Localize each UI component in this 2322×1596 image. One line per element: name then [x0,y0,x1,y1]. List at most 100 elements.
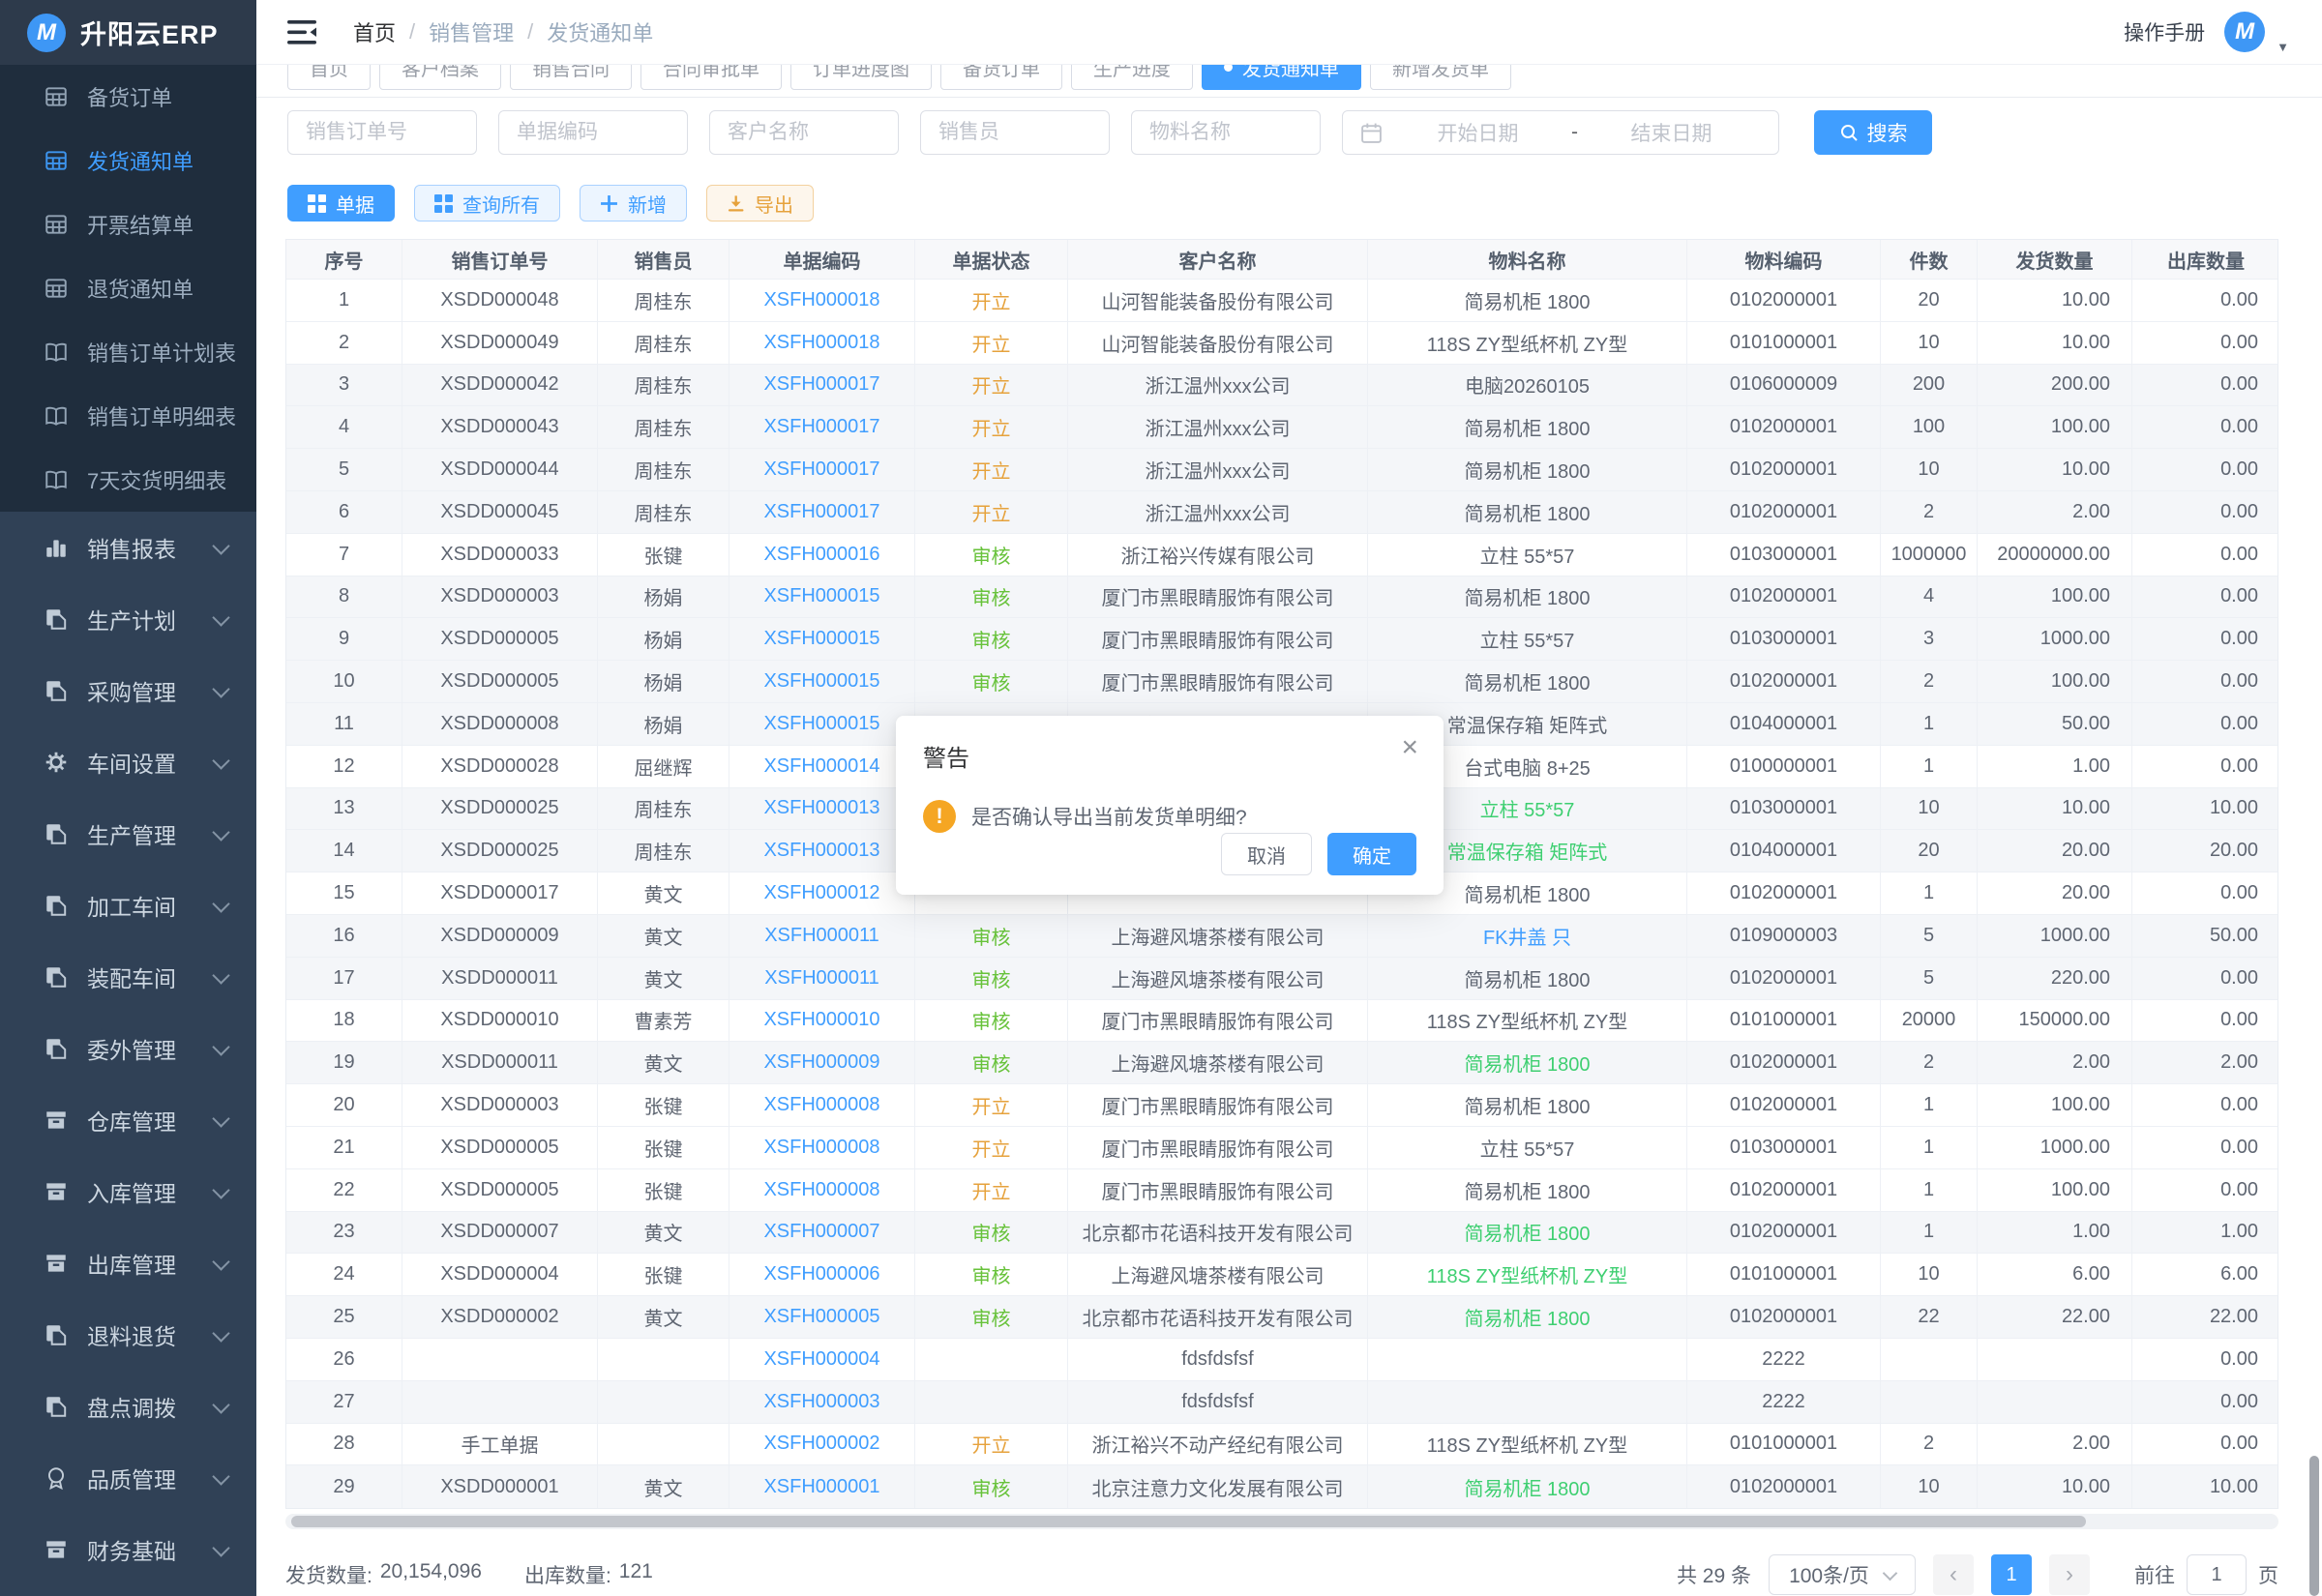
sidebar-item-发货通知单[interactable]: 发货通知单 [0,129,256,192]
page-size-select[interactable]: 100条/页 [1769,1554,1916,1595]
tab-备货订单[interactable]: 备货订单 [940,65,1062,90]
filter-input-物料名称[interactable] [1131,110,1321,155]
manual-link[interactable]: 操作手册 [2124,17,2205,46]
cell-doc-code[interactable]: XSFH000005 [729,1296,915,1338]
cancel-button[interactable]: 取消 [1221,833,1312,875]
goto-page-input[interactable] [2187,1554,2247,1595]
cell-doc-code[interactable]: XSFH000008 [729,1084,915,1126]
table-row[interactable]: 2XSDD000049周桂东XSFH000018开立山河智能装备股份有限公司11… [286,322,2277,365]
table-row[interactable]: 27XSFH000003fdsfdsfsf22220.00 [286,1381,2277,1424]
sidebar-item-装配车间[interactable]: 装配车间 [0,941,256,1013]
table-row[interactable]: 19XSDD000011黄文XSFH000009审核上海避风塘茶楼有限公司简易机… [286,1042,2277,1084]
cell-doc-code[interactable]: XSFH000015 [729,703,915,745]
cell-doc-code[interactable]: XSFH000014 [729,746,915,787]
table-row[interactable]: 28手工单据XSFH000002开立浙江裕兴不动产经纪有限公司118S ZY型纸… [286,1424,2277,1466]
document-button[interactable]: 单据 [287,185,395,222]
confirm-button[interactable]: 确定 [1327,833,1416,875]
sidebar-item-采购管理[interactable]: 采购管理 [0,655,256,726]
cell-doc-code[interactable]: XSFH000002 [729,1424,915,1465]
cell-doc-code[interactable]: XSFH000012 [729,872,915,914]
cell-doc-code[interactable]: XSFH000017 [729,491,915,533]
cell-doc-code[interactable]: XSFH000015 [729,661,915,702]
sidebar-item-委外管理[interactable]: 委外管理 [0,1013,256,1084]
sidebar-item-入库管理[interactable]: 入库管理 [0,1156,256,1227]
sidebar-item-销售订单明细表[interactable]: 销售订单明细表 [0,384,256,448]
tab-销售合同[interactable]: 销售合同 [510,65,632,90]
cell-doc-code[interactable]: XSFH000006 [729,1254,915,1295]
table-row[interactable]: 20XSDD000003张键XSFH000008开立厦门市黑眼睛服饰有限公司简易… [286,1084,2277,1127]
current-page-button[interactable]: 1 [1991,1554,2032,1595]
table-row[interactable]: 29XSDD000001黄文XSFH000001审核北京注意力文化发展有限公司简… [286,1465,2277,1508]
tab-新增发货单[interactable]: 新增发货单 [1370,65,1511,90]
cell-doc-code[interactable]: XSFH000011 [729,958,915,999]
cell-doc-code[interactable]: XSFH000017 [729,365,915,406]
table-row[interactable]: 7XSDD000033张键XSFH000016审核浙江裕兴传媒有限公司立柱 55… [286,534,2277,576]
sidebar-item-销售订单计划表[interactable]: 销售订单计划表 [0,320,256,384]
cell-doc-code[interactable]: XSFH000008 [729,1169,915,1211]
sidebar-item-销售报表[interactable]: 销售报表 [0,512,256,583]
cell-doc-code[interactable]: XSFH000009 [729,1042,915,1083]
table-row[interactable]: 10XSDD000005杨娟XSFH000015审核厦门市黑眼睛服饰有限公司简易… [286,661,2277,703]
tab-客户档案[interactable]: 客户档案 [379,65,501,90]
cell-doc-code[interactable]: XSFH000015 [729,618,915,660]
table-row[interactable]: 18XSDD000010曹素芳XSFH000010审核厦门市黑眼睛服饰有限公司1… [286,1000,2277,1043]
filter-input-销售订单号[interactable] [287,110,477,155]
table-row[interactable]: 6XSDD000045周桂东XSFH000017开立浙江温州xxx公司简易机柜 … [286,491,2277,534]
filter-input-单据编码[interactable] [498,110,688,155]
cell-doc-code[interactable]: XSFH000015 [729,576,915,618]
table-row[interactable]: 4XSDD000043周桂东XSFH000017开立浙江温州xxx公司简易机柜 … [286,406,2277,449]
filter-input-销售员[interactable] [920,110,1110,155]
table-row[interactable]: 22XSDD000005张键XSFH000008开立厦门市黑眼睛服饰有限公司简易… [286,1169,2277,1212]
sidebar-item-退料退货[interactable]: 退料退货 [0,1299,256,1371]
horizontal-scrollbar[interactable] [285,1514,2278,1529]
table-row[interactable]: 5XSDD000044周桂东XSFH000017开立浙江温州xxx公司简易机柜 … [286,449,2277,491]
sidebar-item-品质管理[interactable]: 品质管理 [0,1442,256,1514]
sidebar-item-仓库管理[interactable]: 仓库管理 [0,1084,256,1156]
avatar[interactable]: M [2224,12,2265,52]
tab-发货通知单[interactable]: 发货通知单 [1202,65,1361,90]
sidebar-item-出库管理[interactable]: 出库管理 [0,1227,256,1299]
sidebar-item-开票结算单[interactable]: 开票结算单 [0,192,256,256]
collapse-sidebar-icon[interactable] [287,19,316,45]
table-row[interactable]: 24XSDD000004张键XSFH000006审核上海避风塘茶楼有限公司118… [286,1254,2277,1296]
cell-doc-code[interactable]: XSFH000008 [729,1127,915,1168]
table-row[interactable]: 8XSDD000003杨娟XSFH000015审核厦门市黑眼睛服饰有限公司简易机… [286,576,2277,619]
cell-doc-code[interactable]: XSFH000018 [729,280,915,321]
table-row[interactable]: 21XSDD000005张键XSFH000008开立厦门市黑眼睛服饰有限公司立柱… [286,1127,2277,1169]
prev-page-button[interactable]: ‹ [1933,1554,1974,1595]
vertical-scrollbar-thumb[interactable] [2309,1456,2319,1596]
sidebar-item-加工车间[interactable]: 加工车间 [0,870,256,941]
export-button[interactable]: 导出 [706,185,814,222]
sidebar-item-生产管理[interactable]: 生产管理 [0,798,256,870]
table-row[interactable]: 1XSDD000048周桂东XSFH000018开立山河智能装备股份有限公司简易… [286,280,2277,322]
cell-doc-code[interactable]: XSFH000017 [729,449,915,490]
cell-doc-code[interactable]: XSFH000011 [729,915,915,957]
cell-doc-code[interactable]: XSFH000004 [729,1339,915,1380]
table-row[interactable]: 16XSDD000009黄文XSFH000011审核上海避风塘茶楼有限公司FK井… [286,915,2277,958]
tab-合同审批单[interactable]: 合同审批单 [640,65,782,90]
sidebar-item-财务基础[interactable]: 财务基础 [0,1514,256,1585]
filter-input-客户名称[interactable] [709,110,899,155]
cell-doc-code[interactable]: XSFH000018 [729,322,915,364]
cell-doc-code[interactable]: XSFH000017 [729,406,915,448]
tab-首页[interactable]: 首页 [287,65,371,90]
table-row[interactable]: 23XSDD000007黄文XSFH000007审核北京都市花语科技开发有限公司… [286,1212,2277,1255]
breadcrumb-item[interactable]: 首页 [353,16,396,47]
sidebar-item-盘点调拨[interactable]: 盘点调拨 [0,1371,256,1442]
sidebar-item-车间设置[interactable]: 车间设置 [0,726,256,798]
date-range-picker[interactable]: 开始日期 - 结束日期 [1342,110,1779,155]
chevron-down-icon[interactable]: ▼ [2277,40,2289,54]
cell-doc-code[interactable]: XSFH000013 [729,830,915,872]
table-row[interactable]: 17XSDD000011黄文XSFH000011审核上海避风塘茶楼有限公司简易机… [286,958,2277,1000]
horizontal-scrollbar-thumb[interactable] [291,1516,2086,1527]
tab-订单进度图[interactable]: 订单进度图 [790,65,932,90]
end-date-placeholder[interactable]: 结束日期 [1582,118,1761,147]
query-all-button[interactable]: 查询所有 [414,185,560,222]
cell-doc-code[interactable]: XSFH000007 [729,1212,915,1254]
sidebar-item-备货订单[interactable]: 备货订单 [0,65,256,129]
sidebar-item-7天交货明细表[interactable]: 7天交货明细表 [0,448,256,512]
add-button[interactable]: 新增 [580,185,687,222]
tab-生产进度[interactable]: 生产进度 [1071,65,1193,90]
table-row[interactable]: 9XSDD000005杨娟XSFH000015审核厦门市黑眼睛服饰有限公司立柱 … [286,618,2277,661]
sidebar-item-退货通知单[interactable]: 退货通知单 [0,256,256,320]
